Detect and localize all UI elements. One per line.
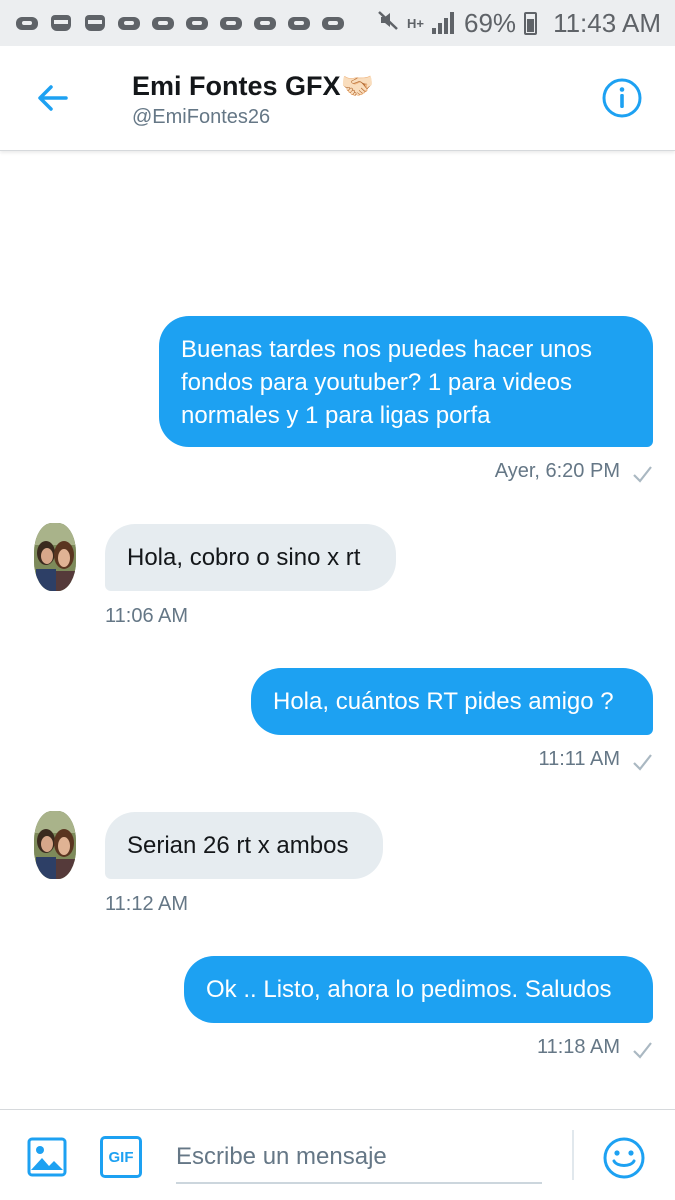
message-timestamp: 11:18 AM [536, 1036, 620, 1058]
message-bubble-outgoing[interactable]: Hola, cuántos RT pides amigo ? [251, 668, 653, 735]
conversation-name: Emi Fontes GFX🤝🏻 [132, 71, 375, 101]
composer-divider [572, 1130, 574, 1180]
game-controller-icon [218, 13, 244, 33]
notification-icons [14, 13, 346, 33]
message-timestamp: 11:06 AM [105, 605, 189, 627]
signal-icon [432, 12, 456, 34]
battery-icon [524, 11, 538, 35]
battery-percent: 69% [464, 7, 517, 38]
message-bubble-incoming[interactable]: Hola, cobro o sino x rt [105, 524, 396, 591]
clock: 11:43 AM [553, 7, 661, 38]
info-icon [602, 78, 642, 118]
image-icon[interactable] [26, 1136, 68, 1178]
game-controller-icon [150, 13, 176, 33]
avatar[interactable] [34, 811, 76, 879]
gif-button[interactable]: GIF [100, 1136, 142, 1178]
info-button[interactable] [598, 74, 646, 122]
emoji-button[interactable] [602, 1136, 646, 1180]
ninja-icon [82, 13, 108, 33]
ninja-icon [48, 13, 74, 33]
sent-check-icon [633, 754, 652, 771]
game-controller-icon [116, 13, 142, 33]
message-timestamp: Ayer, 6:20 PM [494, 460, 620, 482]
conversation-handle: @EmiFontes26 [132, 106, 271, 128]
arrow-left-icon [38, 85, 68, 111]
status-bar: H+ 69% 11:43 AM [0, 0, 675, 46]
game-controller-icon [14, 13, 40, 33]
smiley-icon [603, 1137, 645, 1179]
conversation-title-block[interactable]: Emi Fontes GFX🤝🏻 @EmiFontes26 [132, 70, 374, 129]
sent-check-icon [633, 1042, 652, 1059]
game-controller-icon [286, 13, 312, 33]
message-bubble-outgoing[interactable]: Ok .. Listo, ahora lo pedimos. Saludos [184, 956, 653, 1023]
sent-check-icon [633, 466, 652, 483]
message-composer: GIF [0, 1109, 675, 1200]
message-bubble-outgoing[interactable]: Buenas tardes nos puedes hacer unos fond… [159, 316, 653, 447]
message-timestamp: 11:11 AM [538, 748, 620, 770]
message-input[interactable] [176, 1132, 542, 1184]
conversation-header: Emi Fontes GFX🤝🏻 @EmiFontes26 [0, 46, 675, 151]
game-controller-icon [252, 13, 278, 33]
back-button[interactable] [28, 74, 76, 122]
message-bubble-incoming[interactable]: Serian 26 rt x ambos [105, 812, 383, 879]
game-controller-icon [320, 13, 346, 33]
message-timestamp: 11:12 AM [105, 893, 189, 915]
game-controller-icon [184, 13, 210, 33]
mute-icon [377, 9, 399, 37]
network-type: H+ [407, 15, 425, 31]
avatar[interactable] [34, 523, 76, 591]
